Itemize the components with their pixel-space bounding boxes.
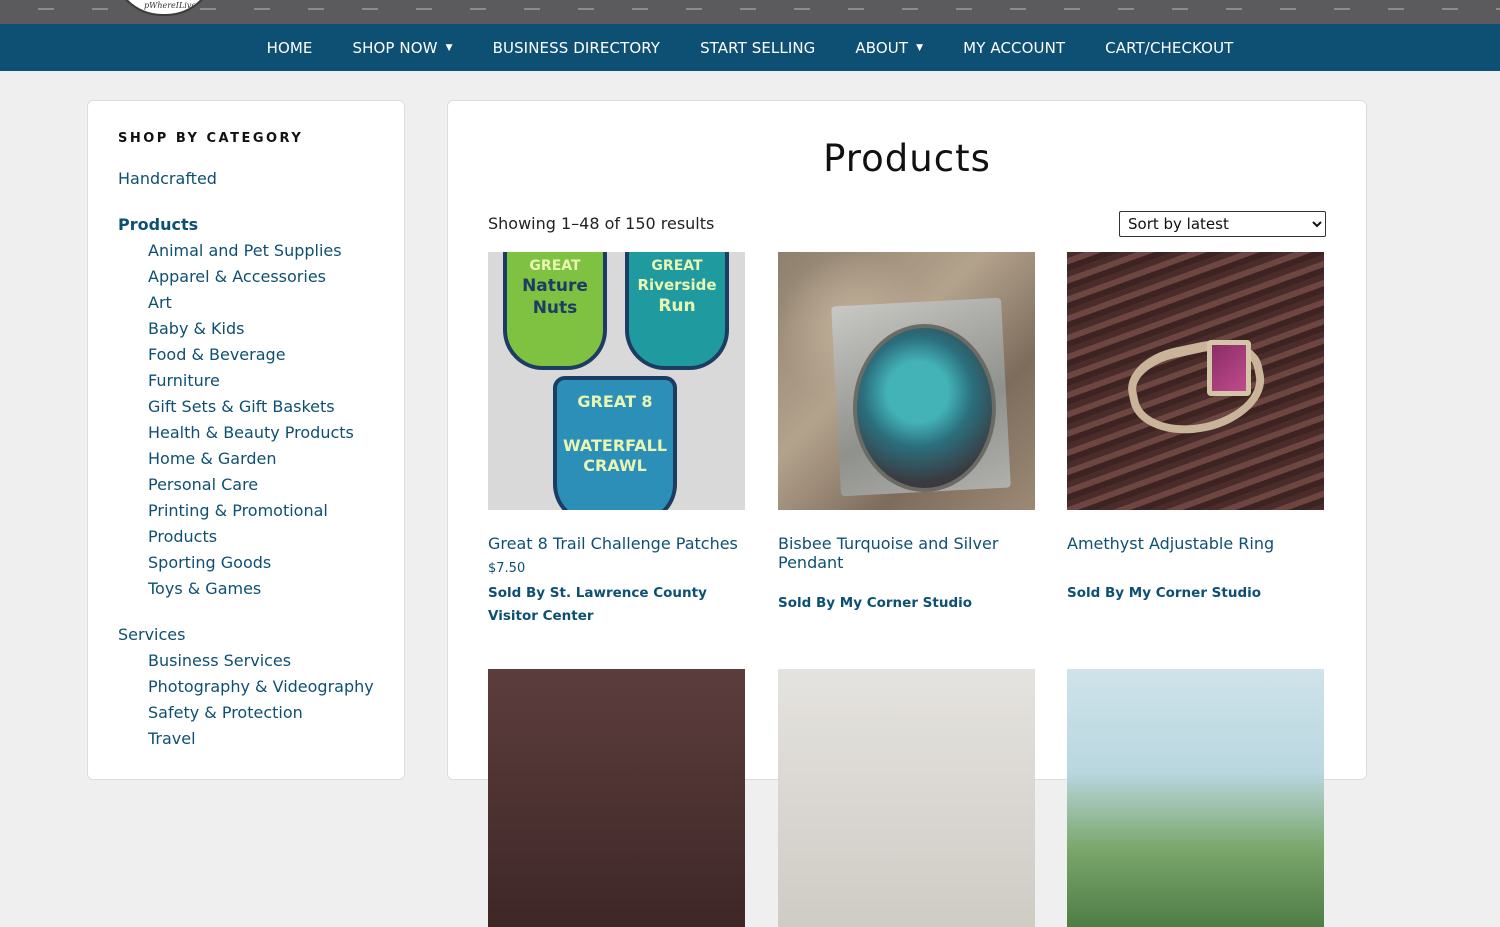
subcategory-item[interactable]: Food & Beverage: [118, 342, 404, 368]
subcategory-item[interactable]: Baby & Kids: [118, 316, 404, 342]
patch-text: Nuts: [532, 298, 578, 318]
subcategory-item[interactable]: Travel: [118, 726, 404, 752]
subcategory-item[interactable]: Apparel & Accessories: [118, 264, 404, 290]
subcategory-item[interactable]: Animal and Pet Supplies: [118, 238, 404, 264]
subcategory-item[interactable]: Toys & Games: [118, 576, 404, 602]
product-card[interactable]: [778, 669, 1035, 927]
amethyst-stone: [1207, 340, 1251, 396]
result-count: Showing 1–48 of 150 results: [488, 214, 715, 233]
sort-select[interactable]: Sort by latest: [1119, 211, 1326, 237]
nav-item-label: CART/CHECKOUT: [1105, 38, 1234, 57]
caret-down-icon: ▼: [916, 42, 924, 53]
patch-waterfall-crawl: GREAT 8 WATERFALL CRAWL: [553, 376, 677, 510]
subcategory-item[interactable]: Gift Sets & Gift Baskets: [118, 394, 404, 420]
nav-item-business-directory[interactable]: BUSINESS DIRECTORY: [473, 39, 680, 57]
patch-text: Riverside: [637, 276, 717, 294]
patch-text: GREAT: [529, 258, 581, 274]
product-card[interactable]: Bisbee Turquoise and Silver Pendant Sold…: [778, 252, 1035, 615]
patch-text: Nature: [522, 276, 588, 296]
patch-text: WATERFALL: [562, 436, 668, 455]
category-products[interactable]: Products: [118, 212, 404, 238]
subcategory-item[interactable]: Products: [118, 524, 404, 550]
patch-text: CRAWL: [583, 456, 647, 475]
category-services[interactable]: Services: [118, 622, 404, 648]
subcategory-item[interactable]: Photography & Videography: [118, 674, 404, 700]
nav-item-label: HOME: [266, 38, 313, 57]
nav-item-cart-checkout[interactable]: CART/CHECKOUT: [1085, 39, 1253, 57]
product-image[interactable]: [1067, 252, 1324, 510]
turquoise-stone: [853, 324, 996, 492]
nav-item-about[interactable]: ABOUT ▼: [835, 39, 943, 57]
patch-riverside-run: GREAT Riverside Run: [625, 252, 729, 370]
subcategory-item[interactable]: Art: [118, 290, 404, 316]
product-seller[interactable]: Sold By My Corner Studio: [778, 592, 1035, 615]
nav-list: HOME SHOP NOW ▼ BUSINESS DIRECTORY START SEL…: [0, 24, 1500, 71]
category-sidebar: SHOP BY CATEGORY Handcrafted Products An…: [87, 100, 405, 780]
logo-text: pWhereILive: [144, 1, 197, 10]
nav-item-my-account[interactable]: MY ACCOUNT: [943, 39, 1085, 57]
product-subcategory-list: Animal and Pet Supplies Apparel & Accesso…: [118, 238, 404, 602]
products-panel: Products Showing 1–48 of 150 results Sor…: [447, 100, 1367, 927]
sidebar-heading: SHOP BY CATEGORY: [118, 131, 304, 146]
caret-down-icon: ▼: [445, 42, 453, 53]
nav-item-label: ABOUT: [855, 38, 909, 57]
subcategory-item[interactable]: Health & Beauty Products: [118, 420, 404, 446]
subcategory-item[interactable]: Printing & Promotional: [118, 498, 404, 524]
product-card[interactable]: [1067, 669, 1324, 927]
nav-item-label: MY ACCOUNT: [963, 38, 1066, 57]
product-name[interactable]: Great 8 Trail Challenge Patches: [488, 534, 745, 553]
product-image[interactable]: [778, 252, 1035, 510]
product-image[interactable]: GREAT Nature Nuts GREAT Riverside Run GR…: [488, 252, 745, 510]
patch-text: Run: [658, 296, 696, 316]
main-navigation: HOME SHOP NOW ▼ BUSINESS DIRECTORY START SEL…: [0, 24, 1500, 71]
nav-item-start-selling[interactable]: START SELLING: [680, 39, 835, 57]
product-name[interactable]: Bisbee Turquoise and Silver Pendant: [778, 534, 1035, 572]
subcategory-item[interactable]: Safety & Protection: [118, 700, 404, 726]
top-header-strip: pWhereILive: [0, 0, 1500, 24]
subcategory-item[interactable]: Furniture: [118, 368, 404, 394]
nav-item-label: START SELLING: [700, 38, 816, 57]
product-seller[interactable]: Sold By St. Lawrence County Visitor Cent…: [488, 582, 745, 628]
subcategory-item[interactable]: Sporting Goods: [118, 550, 404, 576]
nav-item-home[interactable]: HOME: [247, 39, 333, 57]
product-image[interactable]: [1067, 669, 1324, 927]
product-card[interactable]: [488, 669, 745, 927]
patch-text: GREAT 8: [577, 392, 653, 411]
patch-nature-nuts: GREAT Nature Nuts: [503, 252, 607, 370]
decorative-dashes: [0, 8, 1500, 10]
product-card[interactable]: Amethyst Adjustable Ring Sold By My Corn…: [1067, 252, 1324, 605]
page-title: Products: [823, 137, 991, 180]
nav-item-shop-now[interactable]: SHOP NOW ▼: [332, 39, 472, 57]
strip-background: [0, 0, 1500, 24]
nav-item-label: SHOP NOW: [352, 38, 438, 57]
service-subcategory-list: Business Services Photography & Videograp…: [118, 648, 404, 752]
category-handcrafted[interactable]: Handcrafted: [118, 166, 404, 192]
product-seller[interactable]: Sold By My Corner Studio: [1067, 582, 1324, 605]
product-image[interactable]: [488, 669, 745, 927]
patch-text: GREAT: [651, 258, 703, 274]
nav-item-label: BUSINESS DIRECTORY: [492, 38, 661, 57]
product-image[interactable]: [778, 669, 1035, 927]
subcategory-item[interactable]: Home & Garden: [118, 446, 404, 472]
product-name[interactable]: Amethyst Adjustable Ring: [1067, 534, 1324, 553]
subcategory-item[interactable]: Personal Care: [118, 472, 404, 498]
product-price: $7.50: [488, 561, 526, 576]
product-card[interactable]: GREAT Nature Nuts GREAT Riverside Run GR…: [488, 252, 745, 628]
subcategory-item[interactable]: Business Services: [118, 648, 404, 674]
